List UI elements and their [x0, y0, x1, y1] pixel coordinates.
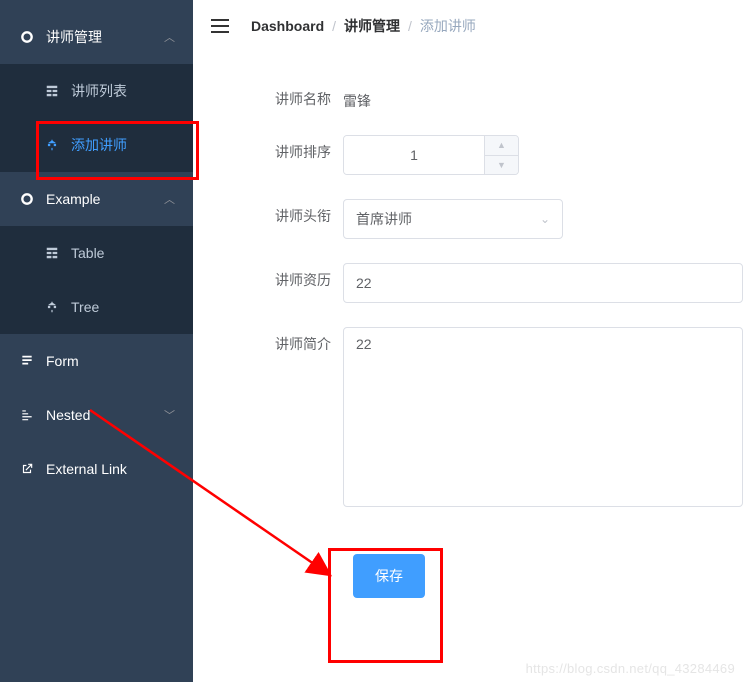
sidebar-item-external-link[interactable]: External Link: [0, 442, 193, 496]
sidebar-item-label: 讲师列表: [71, 81, 173, 101]
resume-input[interactable]: [343, 263, 743, 303]
form-row-resume: 讲师资历: [263, 263, 743, 303]
tree-icon: [45, 300, 71, 314]
hamburger-icon[interactable]: [211, 19, 231, 33]
sort-input-field[interactable]: [344, 136, 484, 174]
sidebar-group-label: Example: [46, 191, 173, 207]
breadcrumb-item[interactable]: 讲师管理: [344, 16, 400, 36]
sidebar-item-label: Table: [71, 245, 173, 261]
form-label: 讲师名称: [263, 82, 343, 108]
chevron-down-icon: ⌄: [540, 212, 550, 226]
circle-icon: [20, 30, 46, 44]
sidebar-item-nested[interactable]: Nested ﹀: [0, 388, 193, 442]
form-label: 讲师排序: [263, 135, 343, 161]
breadcrumb-sep: /: [332, 18, 336, 34]
sidebar-item-form[interactable]: Form: [0, 334, 193, 388]
form-row-actions: 保存: [263, 534, 743, 598]
form-label: 讲师资历: [263, 263, 343, 289]
nested-icon: [20, 408, 46, 422]
select-value: 首席讲师: [356, 209, 412, 229]
chevron-down-icon: ﹀: [164, 407, 175, 423]
chevron-up-icon: ︿: [164, 191, 175, 207]
table-icon: [45, 84, 71, 98]
form-row-title: 讲师头衔 首席讲师 ⌄: [263, 199, 743, 239]
sidebar-item-table[interactable]: Table: [0, 226, 193, 280]
form-icon: [20, 354, 46, 368]
watermark: https://blog.csdn.net/qq_43284469: [526, 661, 735, 676]
circle-icon: [20, 192, 46, 206]
sidebar-item-teacher-list[interactable]: 讲师列表: [0, 64, 193, 118]
sidebar-item-tree[interactable]: Tree: [0, 280, 193, 334]
sort-number-input[interactable]: ▲ ▼: [343, 135, 519, 175]
table-icon: [45, 246, 71, 260]
external-link-icon: [20, 462, 46, 476]
breadcrumb-sep: /: [408, 18, 412, 34]
save-button[interactable]: 保存: [353, 554, 425, 598]
breadcrumb: Dashboard / 讲师管理 / 添加讲师: [251, 16, 476, 36]
title-select[interactable]: 首席讲师 ⌄: [343, 199, 563, 239]
breadcrumb-item: 添加讲师: [420, 16, 476, 36]
sidebar-item-label: Form: [46, 353, 173, 369]
sidebar-item-label: Nested: [46, 407, 173, 423]
sidebar-group-teacher[interactable]: 讲师管理 ︿: [0, 10, 193, 64]
chevron-up-icon: ︿: [164, 29, 175, 45]
sidebar-item-label: 添加讲师: [71, 135, 173, 155]
form-label: 讲师简介: [263, 327, 343, 353]
form-label: 讲师头衔: [263, 199, 343, 225]
form-row-intro: 讲师简介: [263, 327, 743, 510]
sidebar-group-example[interactable]: Example ︿: [0, 172, 193, 226]
breadcrumb-item[interactable]: Dashboard: [251, 18, 324, 34]
stepper-up[interactable]: ▲: [485, 136, 518, 156]
sidebar-group-label: 讲师管理: [46, 27, 173, 47]
teacher-name-value: 雷锋: [343, 82, 743, 111]
sidebar: 讲师管理 ︿ 讲师列表 添加讲师 Example ︿ T: [0, 0, 193, 682]
main: Dashboard / 讲师管理 / 添加讲师 讲师名称 雷锋 讲师排序 ▲: [193, 0, 743, 682]
sidebar-item-add-teacher[interactable]: 添加讲师: [0, 118, 193, 172]
form-row-sort: 讲师排序 ▲ ▼: [263, 135, 743, 175]
sidebar-item-label: External Link: [46, 461, 173, 477]
header: Dashboard / 讲师管理 / 添加讲师: [193, 0, 743, 52]
form-row-name: 讲师名称 雷锋: [263, 82, 743, 111]
tree-icon: [45, 138, 71, 152]
stepper-down[interactable]: ▼: [485, 156, 518, 175]
form: 讲师名称 雷锋 讲师排序 ▲ ▼ 讲师头衔: [193, 52, 743, 622]
intro-textarea[interactable]: [343, 327, 743, 507]
sidebar-item-label: Tree: [71, 299, 173, 315]
